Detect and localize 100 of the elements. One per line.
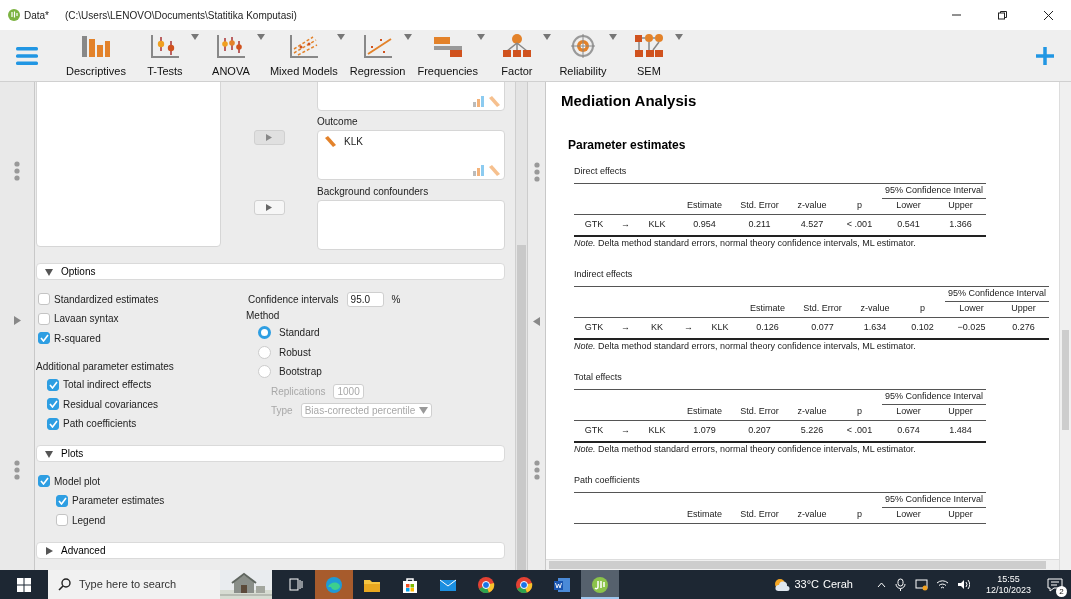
radio-button[interactable]: [258, 326, 271, 340]
checkbox-label[interactable]: Lavaan syntax: [54, 311, 119, 327]
variable-box[interactable]: KLK: [317, 130, 505, 180]
weather-temperature[interactable]: 33°C: [794, 576, 819, 593]
play-icon: [266, 204, 272, 211]
table-cell: 0.211: [732, 214, 787, 236]
drag-handle-icon[interactable]: [533, 460, 540, 480]
toolbar-button[interactable]: SEM: [617, 31, 680, 80]
column-header: p: [900, 301, 945, 317]
checkbox-label[interactable]: Residual covariances: [63, 396, 159, 412]
column-header: Upper: [935, 404, 986, 420]
caret-icon: [256, 34, 265, 41]
checkbox-label[interactable]: Standardized estimates: [54, 291, 159, 307]
section-header[interactable]: Options: [36, 263, 505, 280]
table-cell: 1.634: [850, 317, 900, 339]
menu-icon[interactable]: [16, 45, 38, 66]
restore-icon[interactable]: [996, 9, 1008, 21]
speaker-icon[interactable]: [956, 578, 970, 591]
drag-handle-icon[interactable]: [533, 162, 540, 182]
checkbox-label[interactable]: R-squared: [54, 330, 101, 346]
table-cell: 0.102: [900, 317, 945, 339]
table-cell: →: [614, 317, 637, 339]
column-header: Estimate: [677, 404, 732, 420]
checkbox-label[interactable]: Parameter estimates: [72, 493, 165, 509]
section-header[interactable]: Plots: [36, 445, 505, 462]
column-group-header: 95% Confidence Interval: [882, 389, 986, 404]
field-label: Type: [271, 404, 293, 419]
table-note: Note. Delta method standard errors, normal theory confidence intervals, ML estimator.: [574, 444, 917, 455]
radio-button[interactable]: [258, 345, 271, 359]
move-arrow-button[interactable]: [253, 200, 285, 215]
caret-icon[interactable]: [876, 581, 886, 588]
group-heading: Method: [246, 309, 281, 323]
scrollbar[interactable]: [1059, 82, 1071, 570]
radio-label[interactable]: Standard: [279, 325, 320, 341]
expand-arrow-icon[interactable]: [13, 316, 21, 325]
document-icon: [553, 575, 571, 594]
drag-handle-icon[interactable]: [14, 460, 20, 480]
toolbar-button[interactable]: Regression: [345, 31, 410, 80]
search-field[interactable]: Type here to search: [48, 570, 272, 599]
radio-label[interactable]: Robust: [279, 344, 311, 360]
checkbox[interactable]: [38, 293, 50, 306]
collapse-arrow-icon: [45, 449, 53, 458]
column-header: Upper: [998, 301, 1049, 317]
checkbox[interactable]: [47, 398, 59, 411]
column-header: Lower: [882, 198, 935, 214]
notification-icon[interactable]: [1047, 578, 1063, 593]
column-header: p: [837, 198, 882, 214]
toolbar-button[interactable]: Frequencies: [413, 31, 482, 80]
toolbar-button[interactable]: Descriptives: [62, 31, 130, 80]
toolbar-button[interactable]: Factor: [485, 31, 548, 80]
toolbar-button[interactable]: T-Tests: [133, 31, 196, 80]
checkbox[interactable]: [56, 494, 68, 507]
collapse-arrow-icon[interactable]: [533, 317, 540, 326]
results-title: Mediation Analysis: [561, 92, 698, 110]
column-header: z-value: [850, 301, 900, 317]
file-path: (C:\Users\LENOVO\Documents\Statitika Komputasi): [65, 8, 297, 23]
toolbar-button[interactable]: Mixed Models: [265, 31, 342, 80]
scatter-plot-icon: [288, 33, 319, 60]
microphone-icon[interactable]: [893, 578, 907, 591]
table-cell: 5.226: [787, 420, 837, 442]
table-cell: 0.077: [795, 317, 850, 339]
toolbar-button[interactable]: Reliability: [551, 31, 614, 80]
column-header: z-value: [787, 198, 837, 214]
expand-arrow-icon: [45, 546, 53, 555]
checkbox[interactable]: [47, 378, 59, 391]
monitor-icon[interactable]: [914, 578, 928, 591]
radio-label[interactable]: Bootstrap: [279, 364, 322, 380]
column-header: Std. Error: [795, 301, 850, 317]
table-title: Indirect effects: [574, 268, 634, 280]
checkbox[interactable]: [38, 332, 50, 345]
caret-icon: [419, 407, 429, 415]
weather-condition[interactable]: Cerah: [823, 576, 853, 593]
checkbox[interactable]: [47, 417, 59, 430]
ruler-icon: [488, 96, 500, 107]
variable-item[interactable]: KLK: [344, 134, 363, 149]
notification-badge: 2: [1056, 585, 1067, 597]
checkbox-label[interactable]: Total indirect effects: [63, 377, 152, 393]
window-title: Data*: [24, 8, 49, 23]
play-icon: [266, 134, 272, 141]
add-icon[interactable]: [1035, 45, 1055, 66]
clock[interactable]: 15:55 12/10/2023: [985, 573, 1031, 596]
toolbar-button[interactable]: ANOVA: [199, 31, 262, 80]
checkbox-label[interactable]: Model plot: [54, 473, 101, 489]
column-header: Estimate: [677, 507, 732, 523]
table-cell: 0.674: [882, 420, 935, 442]
number-field[interactable]: 95.0: [346, 291, 384, 307]
checkbox-label[interactable]: Legend: [72, 512, 106, 528]
scrollbar[interactable]: [546, 559, 1059, 570]
radio-button[interactable]: [258, 365, 271, 379]
checkbox[interactable]: [38, 312, 50, 325]
close-icon[interactable]: [1042, 9, 1054, 21]
scrollbar[interactable]: [515, 82, 527, 570]
checkbox[interactable]: [56, 514, 68, 527]
caret-icon: [190, 34, 199, 41]
checkbox[interactable]: [38, 475, 50, 488]
wifi-icon[interactable]: [935, 578, 949, 591]
section-header[interactable]: Advanced: [36, 542, 505, 559]
drag-handle-icon[interactable]: [14, 161, 20, 181]
checkbox-label[interactable]: Path coefficients: [63, 416, 137, 432]
caret-icon: [674, 34, 683, 41]
